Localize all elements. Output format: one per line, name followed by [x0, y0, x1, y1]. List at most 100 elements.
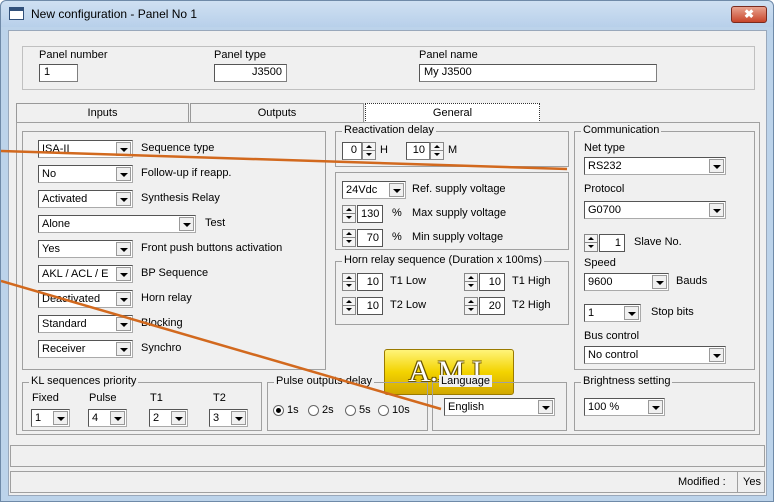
slave-number-label: Slave No.: [634, 236, 682, 248]
chevron-down-icon: [624, 306, 639, 320]
close-button[interactable]: ✖: [731, 6, 767, 23]
chevron-down-icon: [709, 203, 724, 217]
message-bar: [10, 445, 765, 467]
brightness-select[interactable]: 100 %: [584, 398, 665, 416]
blocking-select[interactable]: Standard: [38, 315, 133, 333]
t1-high-label: T1 High: [512, 275, 551, 287]
speed-label: Speed: [584, 257, 616, 269]
follow-up-label: Follow-up if reapp.: [141, 167, 232, 179]
t1-high-spinner[interactable]: 10: [464, 273, 506, 291]
pulse-5s-radio[interactable]: [345, 405, 356, 416]
chevron-down-icon: [389, 183, 404, 197]
panel-name-label: Panel name: [419, 49, 478, 61]
horn-sequence-title: Horn relay sequence (Duration x 100ms): [342, 254, 545, 266]
status-bar: Modified : Yes: [10, 471, 765, 493]
net-type-select[interactable]: RS232: [584, 157, 726, 175]
slave-number-spinner[interactable]: 1: [584, 234, 626, 252]
ref-supply-select[interactable]: 24Vdc: [342, 181, 406, 199]
horn-relay-label: Horn relay: [141, 292, 192, 304]
blocking-label: Blocking: [141, 317, 183, 329]
chevron-down-icon: [179, 217, 194, 231]
bus-control-select[interactable]: No control: [584, 346, 726, 364]
panel-type-field[interactable]: J3500: [214, 64, 287, 82]
t2-low-spinner[interactable]: 10: [342, 297, 384, 315]
max-supply-label: Max supply voltage: [412, 207, 507, 219]
window-title: New configuration - Panel No 1: [31, 7, 198, 21]
bauds-label: Bauds: [676, 275, 708, 287]
kl-pulse-select[interactable]: 4: [88, 409, 127, 427]
net-type-label: Net type: [584, 142, 625, 154]
stop-bits-label: Stop bits: [651, 306, 694, 318]
pulse-10s-radio[interactable]: [378, 405, 389, 416]
panel-number-label: Panel number: [39, 49, 108, 61]
reactivation-title: Reactivation delay: [342, 124, 436, 136]
chevron-down-icon: [116, 317, 131, 331]
synthesis-relay-select[interactable]: Activated: [38, 190, 133, 208]
pulse-delay-title: Pulse outputs delay: [274, 375, 375, 387]
bp-sequence-select[interactable]: AKL / ACL / E: [38, 265, 133, 283]
kl-header-fixed: Fixed: [32, 392, 59, 404]
reactivation-hours-spinner[interactable]: [362, 142, 376, 160]
chevron-down-icon: [171, 411, 186, 425]
bp-sequence-label: BP Sequence: [141, 267, 209, 279]
config-window: New configuration - Panel No 1 ✖ Panel n…: [0, 0, 774, 502]
synchro-select[interactable]: Receiver: [38, 340, 133, 358]
chevron-down-icon: [709, 348, 724, 362]
chevron-down-icon: [116, 242, 131, 256]
client-area: Panel number 1 Panel type J3500 Panel na…: [8, 30, 767, 496]
test-label: Test: [205, 217, 226, 229]
protocol-select[interactable]: G0700: [584, 201, 726, 219]
kl-t2-select[interactable]: 3: [209, 409, 248, 427]
pulse-2s-radio[interactable]: [308, 405, 319, 416]
chevron-down-icon: [116, 167, 131, 181]
language-select[interactable]: English: [444, 398, 555, 416]
tab-inputs[interactable]: Inputs: [16, 103, 189, 123]
kl-fixed-select[interactable]: 1: [31, 409, 70, 427]
tab-outputs[interactable]: Outputs: [190, 103, 364, 123]
speed-select[interactable]: 9600: [584, 273, 669, 291]
push-buttons-select[interactable]: Yes: [38, 240, 133, 258]
chevron-down-icon: [116, 142, 131, 156]
pulse-1s-radio[interactable]: [273, 405, 284, 416]
communication-title: Communication: [581, 124, 662, 136]
ref-supply-label: Ref. supply voltage: [412, 183, 506, 195]
modified-value: Yes: [743, 476, 761, 488]
push-buttons-label: Front push buttons activation: [141, 242, 283, 254]
chevron-down-icon: [116, 292, 131, 306]
title-bar[interactable]: New configuration - Panel No 1 ✖: [1, 1, 773, 27]
chevron-down-icon: [110, 411, 125, 425]
t1-low-spinner[interactable]: 10: [342, 273, 384, 291]
t1-low-label: T1 Low: [390, 275, 427, 287]
reactivation-minutes-field[interactable]: 10: [406, 142, 430, 160]
panel-number-field[interactable]: 1: [39, 64, 78, 82]
t2-high-label: T2 High: [512, 299, 551, 311]
hours-unit-label: H: [380, 144, 388, 156]
kl-header-t2: T2: [213, 392, 226, 404]
sequence-type-select[interactable]: ISA-II: [38, 140, 133, 158]
min-supply-label: Min supply voltage: [412, 231, 504, 243]
stop-bits-select[interactable]: 1: [584, 304, 641, 322]
min-supply-spinner[interactable]: 70: [342, 229, 384, 247]
kl-t1-select[interactable]: 2: [149, 409, 188, 427]
test-select[interactable]: Alone: [38, 215, 196, 233]
reactivation-minutes-spinner[interactable]: [430, 142, 444, 160]
pulse-5s-label: 5s: [359, 404, 371, 416]
reactivation-hours-field[interactable]: 0: [342, 142, 362, 160]
synchro-label: Synchro: [141, 342, 182, 354]
status-divider: [737, 472, 738, 492]
follow-up-select[interactable]: No: [38, 165, 133, 183]
tab-general[interactable]: General: [365, 103, 540, 123]
chevron-down-icon: [116, 192, 131, 206]
max-supply-unit: %: [392, 207, 402, 219]
chevron-down-icon: [116, 342, 131, 356]
chevron-down-icon: [116, 267, 131, 281]
bus-control-label: Bus control: [584, 330, 640, 342]
max-supply-spinner[interactable]: 130: [342, 205, 384, 223]
panel-name-field[interactable]: My J3500: [419, 64, 657, 82]
minutes-unit-label: M: [448, 144, 458, 156]
horn-sequence-group: Horn relay sequence (Duration x 100ms): [335, 254, 569, 325]
t2-high-spinner[interactable]: 20: [464, 297, 506, 315]
modified-label: Modified :: [678, 476, 726, 488]
brightness-title: Brightness setting: [581, 375, 673, 387]
horn-relay-select[interactable]: Deactivated: [38, 290, 133, 308]
